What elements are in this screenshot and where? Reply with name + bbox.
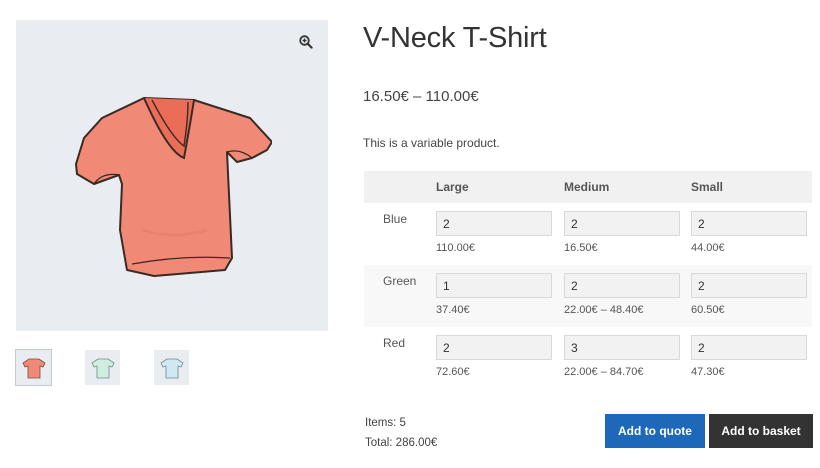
product-image[interactable]	[16, 20, 328, 331]
grid-row-red: Red 72.60€ 22.00€ – 84.70€ 47.30€	[364, 327, 812, 389]
grid-row-blue: Blue 110.00€ 16.50€ 44.00€	[364, 203, 812, 265]
zoom-icon[interactable]	[298, 34, 314, 50]
qty-input-red-medium[interactable]	[564, 335, 680, 360]
row-label: Green	[383, 274, 417, 288]
thumbnail-blue-shirt[interactable]	[154, 350, 189, 385]
qty-input-blue-large[interactable]	[436, 211, 552, 236]
grid-header: Large Medium Small	[364, 171, 812, 203]
qty-input-blue-small[interactable]	[691, 211, 807, 236]
variation-price: 110.00€	[436, 242, 475, 254]
column-header-medium: Medium	[564, 180, 610, 194]
qty-input-blue-medium[interactable]	[564, 211, 680, 236]
product-description: This is a variable product.	[363, 136, 500, 150]
product-title: V-Neck T-Shirt	[363, 22, 547, 54]
variation-price: 37.40€	[436, 304, 470, 316]
variation-price: 44.00€	[691, 242, 725, 254]
qty-input-green-small[interactable]	[691, 273, 807, 298]
tshirt-green-icon	[90, 358, 115, 378]
tshirt-red-icon	[21, 358, 46, 378]
items-count: Items: 5	[365, 417, 406, 429]
order-summary: Items: 5 Total: 286.00€	[365, 413, 437, 453]
variation-price: 47.30€	[691, 366, 725, 378]
column-header-small: Small	[691, 180, 724, 194]
tshirt-blue-icon	[159, 358, 184, 378]
thumbnail-strip	[15, 349, 189, 386]
thumbnail-green-shirt[interactable]	[85, 350, 120, 385]
variation-price: 22.00€ – 48.40€	[564, 304, 644, 316]
thumbnail-red-shirt[interactable]	[15, 349, 52, 386]
variation-price: 60.50€	[691, 304, 725, 316]
row-label: Blue	[383, 212, 408, 226]
variation-price: 16.50€	[564, 242, 598, 254]
qty-input-green-large[interactable]	[436, 273, 552, 298]
row-label: Red	[383, 336, 406, 350]
variation-price: 72.60€	[436, 366, 470, 378]
qty-input-green-medium[interactable]	[564, 273, 680, 298]
price-range: 16.50€ – 110.00€	[363, 88, 479, 105]
tshirt-illustration	[75, 97, 272, 277]
variation-price: 22.00€ – 84.70€	[564, 366, 644, 378]
qty-input-red-small[interactable]	[691, 335, 807, 360]
grid-row-green: Green 37.40€ 22.00€ – 48.40€ 60.50€	[364, 265, 812, 327]
add-to-basket-button[interactable]: Add to basket	[709, 414, 813, 448]
qty-input-red-large[interactable]	[436, 335, 552, 360]
add-to-quote-button[interactable]: Add to quote	[605, 414, 705, 448]
variation-grid: Large Medium Small Blue 110.00€ 16.50€ 4…	[364, 171, 812, 389]
column-header-large: Large	[436, 180, 469, 194]
total-price: Total: 286.00€	[365, 437, 438, 449]
